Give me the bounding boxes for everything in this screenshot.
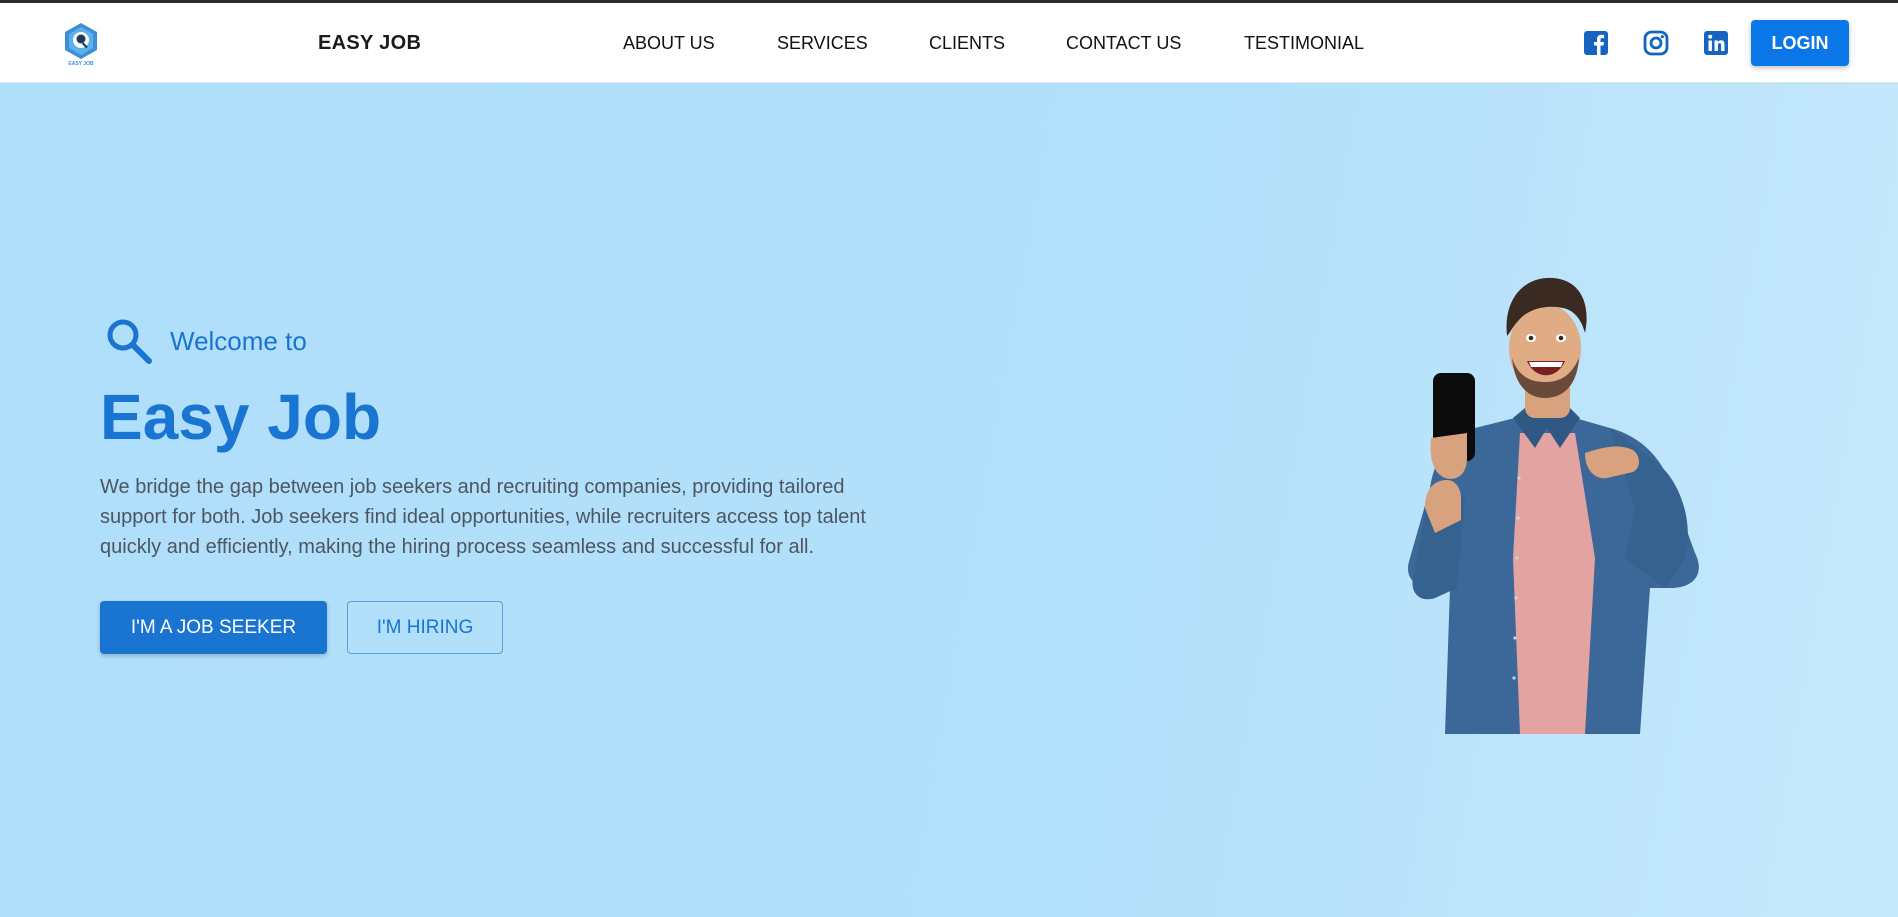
nav-clients[interactable]: CLIENTS (929, 33, 1005, 54)
brand-name[interactable]: EASY JOB (318, 32, 421, 55)
hiring-button[interactable]: I'M HIRING (347, 601, 503, 654)
welcome-text: Welcome to (170, 326, 307, 356)
site-header: EASY JOB EASY JOB ABOUT US SERVICES CLIE… (0, 3, 1898, 83)
linkedin-icon[interactable] (1702, 29, 1730, 57)
nav-testimonial[interactable]: TESTIMONIAL (1244, 33, 1364, 54)
nav-about-us[interactable]: ABOUT US (623, 33, 715, 54)
search-icon (107, 319, 152, 364)
logo[interactable]: EASY JOB (62, 21, 100, 67)
nav-services[interactable]: SERVICES (777, 33, 868, 54)
login-button[interactable]: LOGIN (1751, 20, 1849, 66)
nav-contact-us[interactable]: CONTACT US (1066, 33, 1181, 54)
hero-title: Easy Job (100, 381, 382, 453)
hero-description: We bridge the gap between job seekers an… (100, 476, 866, 558)
hero-person-image (1407, 277, 1699, 734)
logo-text: EASY JOB (68, 61, 94, 67)
instagram-icon[interactable] (1642, 29, 1670, 57)
job-seeker-button[interactable]: I'M A JOB SEEKER (100, 601, 327, 654)
facebook-icon[interactable] (1582, 29, 1610, 57)
